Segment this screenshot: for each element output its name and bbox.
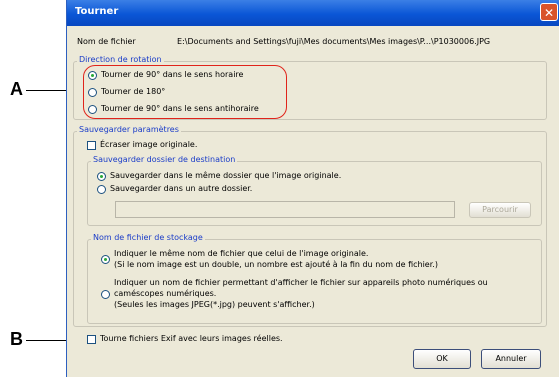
destination-option-other[interactable]: Sauvegarder dans un autre dossier. (97, 184, 397, 196)
overwrite-option[interactable]: Écraser image originale. (87, 140, 247, 152)
callout-b-label: B (10, 329, 23, 349)
exif-checkbox[interactable] (87, 335, 96, 344)
title-bar[interactable]: Tourner ✕ (67, 0, 559, 26)
dialog-title: Tourner (75, 6, 119, 17)
destination-radio-other[interactable] (97, 185, 106, 194)
storage-camera-line3: (Seules les images JPEG(*.jpg) peuvent s… (114, 300, 315, 309)
exif-label: Tourne fichiers Exif avec leurs images r… (100, 334, 283, 343)
close-icon: ✕ (543, 6, 555, 20)
destination-legend: Sauvegarder dossier de destination (91, 155, 238, 164)
destination-path-input[interactable] (115, 201, 455, 218)
overwrite-checkbox[interactable] (87, 141, 96, 150)
storage-option-same[interactable]: Indiquer le même nom de fichier que celu… (101, 249, 541, 271)
cancel-button[interactable]: Annuler (481, 349, 541, 369)
overwrite-label: Écraser image originale. (100, 140, 198, 149)
rotation-legend: Direction de rotation (77, 55, 164, 64)
ok-button[interactable]: OK (413, 349, 471, 369)
destination-option-same[interactable]: Sauvegarder dans le même dossier que l'i… (97, 171, 397, 183)
destination-radio-same[interactable] (97, 172, 106, 181)
storage-same-line2: (Si le nom image est un double, un nombr… (114, 260, 438, 269)
storage-radio-same[interactable] (101, 255, 110, 264)
rotate-dialog: Tourner ✕ Nom de fichier E:\Documents an… (66, 0, 559, 377)
filename-value: E:\Documents and Settings\fuji\Mes docum… (177, 37, 491, 46)
storage-name-legend: Nom de fichier de stockage (91, 233, 205, 242)
save-settings-legend: Sauvegarder paramètres (77, 125, 181, 134)
exif-option[interactable]: Tourne fichiers Exif avec leurs images r… (87, 334, 307, 346)
callout-a-label: A (10, 79, 23, 99)
storage-same-line1: Indiquer le même nom de fichier que celu… (114, 249, 369, 258)
storage-radio-camera[interactable] (101, 290, 110, 299)
filename-label: Nom de fichier (77, 37, 136, 46)
storage-option-camera[interactable]: Indiquer un nom de fichier permettant d'… (101, 278, 541, 312)
destination-label-other: Sauvegarder dans un autre dossier. (110, 184, 253, 193)
storage-camera-line2: caméscopes numériques. (114, 289, 217, 298)
storage-camera-line1: Indiquer un nom de fichier permettant d'… (114, 278, 488, 287)
close-button[interactable]: ✕ (540, 3, 558, 21)
destination-label-same: Sauvegarder dans le même dossier que l'i… (110, 171, 342, 180)
browse-button[interactable]: Parcourir (469, 202, 531, 218)
highlight-oval (83, 65, 287, 119)
